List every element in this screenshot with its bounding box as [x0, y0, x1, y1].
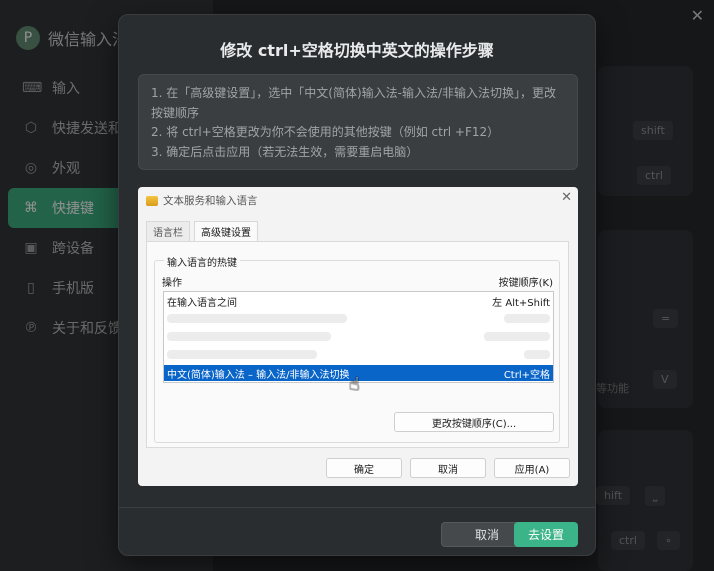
tab-advanced-keys: 高级键设置 [194, 221, 258, 241]
step-text: 3. 确定后点击应用（若无法生效，需要重启电脑） [151, 144, 419, 159]
apply-button: 应用(A) [494, 458, 570, 478]
row-key: 左 Alt+Shift [492, 297, 550, 309]
row-key: Ctrl+空格 [503, 369, 550, 381]
row-action: 中文(简体)输入法 – 输入法/非输入法切换 [167, 369, 350, 381]
change-key-sequence-button: 更改按键顺序(C)... [394, 412, 554, 432]
tab-language-bar: 语言栏 [146, 221, 190, 241]
blurred-row [167, 332, 331, 341]
go-settings-button[interactable]: 去设置 [514, 522, 578, 547]
folder-icon [146, 195, 158, 206]
dialog-titlebar: 文本服务和输入语言 [146, 193, 258, 208]
hand-cursor-icon: ☝ [349, 374, 360, 395]
row-action: 在输入语言之间 [167, 297, 237, 309]
blurred-row [167, 350, 317, 359]
step-text: 1. 在「高级键设置」，选中「中文(简体)输入法-输入法/非输入法切换」，更改按… [151, 86, 557, 120]
cancel-button: 取消 [410, 458, 486, 478]
column-header-action: 操作 [162, 278, 182, 289]
tab-panel: 输入语言的热键 操作 按键顺序(K) 在输入语言之间 左 Alt+Shift 中… [146, 241, 569, 448]
modal-title: 修改 ctrl+空格切换中英文的操作步骤 [220, 41, 494, 60]
blurred-row [167, 314, 347, 323]
blurred-row [484, 332, 550, 341]
close-icon: ✕ [561, 190, 572, 205]
step-text: 2. 将 ctrl+空格更改为你不会使用的其他按键（例如 ctrl +F12） [151, 125, 500, 139]
hotkey-list: 在输入语言之间 左 Alt+Shift 中文(简体)输入法 – 输入法/非输入法… [163, 291, 554, 383]
footer-divider [119, 507, 595, 508]
blurred-row [504, 314, 550, 323]
ok-button: 确定 [326, 458, 402, 478]
instructions-modal: 修改 ctrl+空格切换中英文的操作步骤 1. 在「高级键设置」，选中「中文(简… [118, 14, 596, 556]
column-header-key: 按键顺序(K) [498, 278, 553, 289]
group-label: 输入语言的热键 [164, 254, 240, 269]
dialog-title: 文本服务和输入语言 [163, 195, 258, 207]
list-item: 在输入语言之间 左 Alt+Shift [164, 293, 553, 309]
blurred-row [524, 350, 550, 359]
windows-dialog-screenshot: 文本服务和输入语言 ✕ 语言栏 高级键设置 输入语言的热键 操作 按键顺序(K)… [138, 187, 578, 486]
steps-box: 1. 在「高级键设置」，选中「中文(简体)输入法-输入法/非输入法切换」，更改按… [138, 74, 578, 170]
